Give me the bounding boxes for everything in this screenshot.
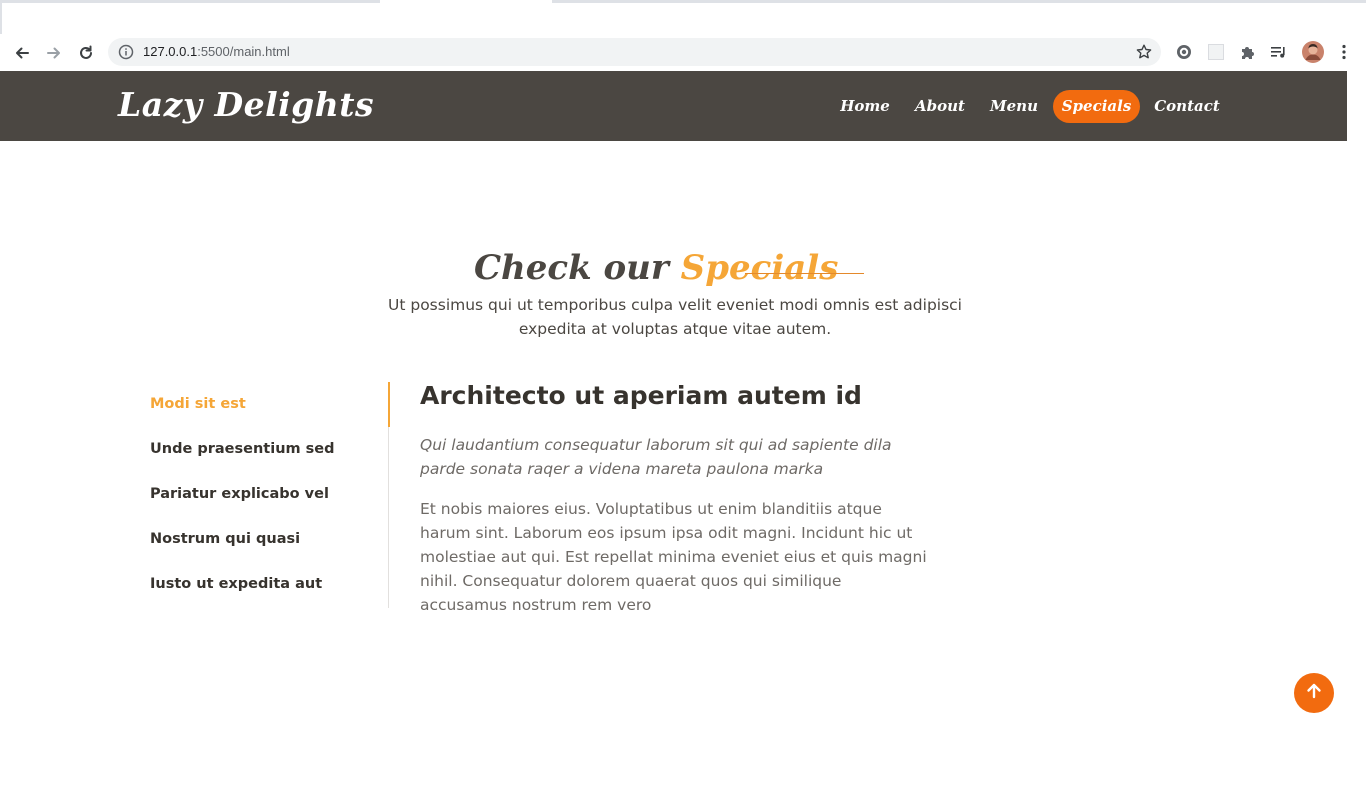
specials-tab-unde-praesentium-sed[interactable]: Unde praesentium sed bbox=[150, 441, 335, 457]
extension-blank-icon[interactable] bbox=[1207, 43, 1225, 61]
browser-tabstrip bbox=[0, 0, 1366, 34]
special-detail-lead: Qui laudantium consequatur laborum sit q… bbox=[420, 436, 892, 478]
tabstrip-border bbox=[0, 0, 1366, 3]
tabstrip-edge bbox=[0, 3, 2, 34]
specials-tab-pariatur-explicabo-vel[interactable]: Pariatur explicabo vel bbox=[150, 486, 329, 502]
reload-icon[interactable] bbox=[73, 40, 99, 66]
title-underline bbox=[745, 273, 864, 274]
info-icon[interactable] bbox=[118, 44, 134, 65]
browser-toolbar: 127.0.0.1:5500/main.html bbox=[0, 34, 1366, 71]
site-header: Lazy Delights Home About Menu Specials C… bbox=[0, 71, 1347, 141]
arrow-up-icon bbox=[1304, 681, 1324, 706]
nav-link-home[interactable]: Home bbox=[836, 90, 894, 123]
specials-tab-iusto-ut-expedita-aut[interactable]: Iusto ut expedita aut bbox=[150, 576, 322, 592]
back-arrow-icon[interactable] bbox=[9, 40, 35, 66]
section-title-main: Check our bbox=[474, 248, 669, 288]
special-detail-title: Architecto ut aperiam autem id bbox=[420, 381, 862, 410]
active-tab[interactable] bbox=[380, 0, 552, 3]
address-bar[interactable]: 127.0.0.1:5500/main.html bbox=[108, 38, 1161, 66]
specials-tab-nostrum-qui-quasi[interactable]: Nostrum qui quasi bbox=[150, 531, 300, 547]
url-host: 127.0.0.1 bbox=[143, 44, 198, 59]
url-path: :5500/main.html bbox=[197, 44, 290, 59]
section-title-accent: Specials bbox=[680, 248, 839, 288]
page-scrollbar[interactable] bbox=[1347, 71, 1366, 800]
special-detail-body: Et nobis maiores eius. Voluptatibus ut e… bbox=[420, 500, 927, 614]
section-subtitle: Ut possimus qui ut temporibus culpa veli… bbox=[388, 296, 962, 338]
nav-link-about[interactable]: About bbox=[910, 90, 970, 123]
star-icon[interactable] bbox=[1135, 43, 1153, 66]
section-title: Check our Specials bbox=[474, 248, 838, 288]
menu-dots-icon[interactable] bbox=[1335, 43, 1353, 61]
nav-link-specials[interactable]: Specials bbox=[1053, 90, 1140, 123]
back-to-top-button[interactable] bbox=[1294, 673, 1334, 713]
nav-link-menu[interactable]: Menu bbox=[986, 90, 1042, 123]
url-text[interactable]: 127.0.0.1:5500/main.html bbox=[143, 44, 290, 59]
puzzle-icon[interactable] bbox=[1239, 43, 1257, 61]
tab-active-indicator bbox=[388, 382, 390, 427]
specials-tab-modi-sit-est[interactable]: Modi sit est bbox=[150, 396, 246, 412]
extension-gear-icon[interactable] bbox=[1175, 43, 1193, 61]
profile-avatar-icon[interactable] bbox=[1302, 41, 1324, 63]
main-nav: Home About Menu Specials Contact bbox=[0, 90, 1347, 123]
media-queue-icon[interactable] bbox=[1270, 43, 1288, 61]
forward-arrow-icon[interactable] bbox=[41, 40, 67, 66]
nav-link-contact[interactable]: Contact bbox=[1150, 90, 1224, 123]
